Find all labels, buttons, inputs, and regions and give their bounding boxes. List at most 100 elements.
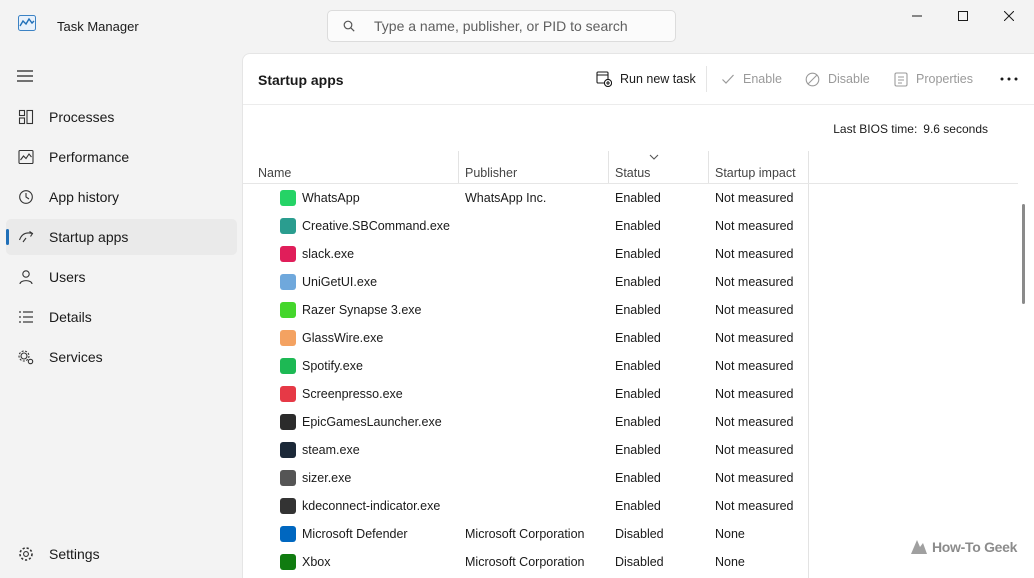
sidebar-item-label: Details	[49, 309, 92, 325]
app-icon	[280, 246, 296, 262]
app-status: Disabled	[615, 555, 664, 569]
search-input[interactable]	[374, 18, 664, 34]
sidebar-item-services[interactable]: Services	[6, 339, 237, 375]
maximize-button[interactable]	[940, 0, 986, 32]
startup-apps-icon	[18, 231, 34, 243]
sidebar: Processes Performance App history Startu…	[0, 52, 242, 578]
close-button[interactable]	[986, 0, 1032, 32]
app-icon	[280, 470, 296, 486]
enable-button[interactable]: Enable	[721, 68, 782, 90]
app-name: Screenpresso.exe	[302, 387, 403, 401]
table-row[interactable]: slack.exe Enabled Not measured	[243, 240, 1018, 268]
app-icon	[280, 526, 296, 542]
table-row[interactable]: Microsoft Defender Microsoft Corporation D…	[243, 520, 1018, 548]
disable-button[interactable]: Disable	[805, 68, 870, 90]
maximize-icon	[958, 11, 968, 21]
table-row[interactable]: sizer.exe Enabled Not measured	[243, 464, 1018, 492]
table-row[interactable]: UniGetUI.exe Enabled Not measured	[243, 268, 1018, 296]
table-row[interactable]: Creative.SBCommand.exe Enabled Not measure…	[243, 212, 1018, 240]
disable-label: Disable	[828, 72, 870, 86]
app-icon	[280, 498, 296, 514]
column-header-startup-impact[interactable]: Startup impact	[715, 166, 796, 180]
column-separator[interactable]	[608, 151, 609, 183]
sidebar-item-processes[interactable]: Processes	[6, 99, 237, 135]
hamburger-menu-icon[interactable]	[16, 69, 34, 83]
task-manager-icon	[18, 15, 36, 31]
table-row[interactable]: Xbox Microsoft Corporation Disabled None	[243, 548, 1018, 576]
vertical-scrollbar[interactable]	[1022, 204, 1025, 304]
app-startup-impact: Not measured	[715, 247, 794, 261]
details-icon	[19, 311, 33, 323]
app-publisher: WhatsApp Inc.	[465, 191, 547, 205]
app-status: Enabled	[615, 499, 661, 513]
table-row[interactable]: EpicGamesLauncher.exe Enabled Not measured	[243, 408, 1018, 436]
column-separator[interactable]	[708, 151, 709, 183]
active-indicator	[6, 229, 9, 245]
sidebar-item-label: App history	[49, 189, 120, 205]
app-status: Enabled	[615, 247, 661, 261]
watermark: How-To Geek	[910, 539, 1017, 555]
app-name: Razer Synapse 3.exe	[302, 303, 422, 317]
page-title: Startup apps	[258, 72, 344, 88]
sidebar-item-performance[interactable]: Performance	[6, 139, 237, 175]
run-new-task-button[interactable]: Run new task	[596, 68, 696, 90]
app-startup-impact: Not measured	[715, 359, 794, 373]
app-startup-impact: Not measured	[715, 303, 794, 317]
title-bar: Task Manager	[0, 0, 1034, 52]
table-row[interactable]: WhatsApp WhatsApp Inc. Enabled Not measured	[243, 184, 1018, 212]
sidebar-item-app-history[interactable]: App history	[6, 179, 237, 215]
table-row[interactable]: kdeconnect-indicator.exe Enabled Not measu…	[243, 492, 1018, 520]
startup-apps-table: WhatsApp WhatsApp Inc. Enabled Not measured…	[243, 184, 1018, 576]
app-name: slack.exe	[302, 247, 355, 261]
properties-button[interactable]: Properties	[894, 68, 973, 90]
app-status: Enabled	[615, 471, 661, 485]
window-title: Task Manager	[57, 19, 139, 34]
table-row[interactable]: Razer Synapse 3.exe Enabled Not measured	[243, 296, 1018, 324]
table-row[interactable]: steam.exe Enabled Not measured	[243, 436, 1018, 464]
minimize-button[interactable]	[894, 0, 940, 32]
app-icon	[280, 190, 296, 206]
search-box[interactable]	[327, 10, 676, 42]
app-name: EpicGamesLauncher.exe	[302, 415, 442, 429]
app-name: kdeconnect-indicator.exe	[302, 499, 441, 513]
column-header-status[interactable]: Status	[615, 166, 650, 180]
table-row[interactable]: GlassWire.exe Enabled Not measured	[243, 324, 1018, 352]
app-status: Enabled	[615, 191, 661, 205]
app-name: sizer.exe	[302, 471, 352, 485]
sidebar-item-startup-apps[interactable]: Startup apps	[6, 219, 237, 255]
close-icon	[1004, 11, 1014, 21]
settings-label: Settings	[49, 546, 100, 562]
enable-label: Enable	[743, 72, 782, 86]
table-row[interactable]: Spotify.exe Enabled Not measured	[243, 352, 1018, 380]
sidebar-item-label: Startup apps	[49, 229, 129, 245]
app-name: UniGetUI.exe	[302, 275, 378, 289]
app-icon	[280, 302, 296, 318]
sort-chevron-down-icon	[649, 154, 659, 160]
sidebar-item-label: Users	[49, 269, 86, 285]
sidebar-item-details[interactable]: Details	[6, 299, 237, 335]
column-separator[interactable]	[458, 151, 459, 183]
bios-time-value: 9.6 seconds	[923, 122, 988, 136]
app-icon	[280, 442, 296, 458]
processes-icon	[18, 109, 34, 125]
sidebar-item-settings[interactable]: Settings	[6, 538, 237, 570]
app-icon	[280, 358, 296, 374]
performance-icon	[18, 149, 34, 165]
app-startup-impact: Not measured	[715, 471, 794, 485]
disable-icon	[805, 72, 820, 86]
column-header-publisher[interactable]: Publisher	[465, 166, 517, 180]
app-icon	[280, 386, 296, 402]
bios-time-label: Last BIOS time:	[833, 122, 918, 136]
main-panel: Startup apps Run new task Enable Disable	[242, 53, 1034, 578]
properties-label: Properties	[916, 72, 973, 86]
app-status: Enabled	[615, 331, 661, 345]
app-icon	[280, 554, 296, 570]
app-name: Spotify.exe	[302, 359, 363, 373]
app-startup-impact: Not measured	[715, 275, 794, 289]
table-row[interactable]: Screenpresso.exe Enabled Not measured	[243, 380, 1018, 408]
sidebar-item-users[interactable]: Users	[6, 259, 237, 295]
more-options-button[interactable]	[998, 68, 1020, 90]
column-header-name[interactable]: Name	[258, 166, 291, 180]
app-status: Enabled	[615, 443, 661, 457]
sidebar-item-label: Services	[49, 349, 103, 365]
